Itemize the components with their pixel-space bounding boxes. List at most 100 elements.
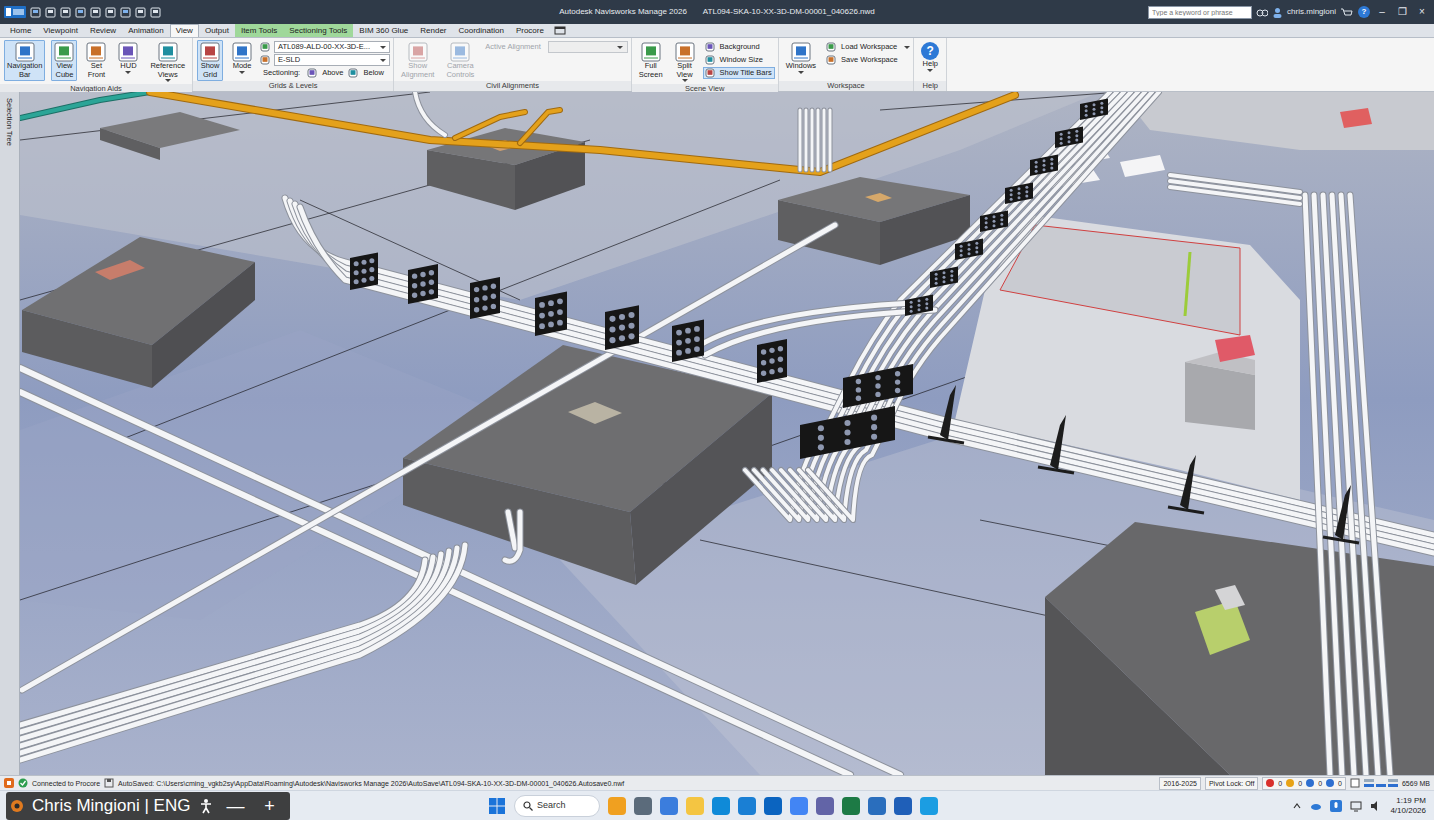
button-highlight[interactable]: HUD [115, 40, 141, 76]
taskbar-app[interactable] [712, 797, 730, 815]
dropdown-caret[interactable] [380, 59, 386, 62]
user-icon[interactable] [1272, 7, 1283, 18]
cart-icon[interactable] [1340, 7, 1354, 18]
quick-access-icon[interactable] [30, 7, 41, 18]
panel-toggle-icon[interactable] [554, 26, 566, 35]
window-control[interactable]: ❐ [1394, 7, 1410, 17]
recorder-icon[interactable] [10, 799, 24, 813]
control-highlight[interactable]: Load Workspace [824, 41, 900, 53]
button-highlight[interactable]: ?Help [918, 40, 942, 74]
dropdown-control[interactable]: E-SLD [260, 54, 390, 66]
speaker-icon[interactable] [1370, 800, 1382, 812]
button-highlight[interactable]: Show Grid [197, 40, 223, 81]
control-highlight[interactable]: Window Size [703, 54, 766, 66]
taskbar-app[interactable] [738, 797, 756, 815]
sectioning-control[interactable]: Sectioning:AboveBelow [260, 67, 390, 79]
ribbon-tab[interactable]: Coordination [453, 24, 510, 37]
taskbar-search[interactable]: Search [514, 795, 600, 817]
dropdown-box[interactable]: ATL089-ALD-00-XX-3D-E... [274, 41, 390, 53]
dropdown-control[interactable]: ATL089-ALD-00-XX-3D-E... [260, 41, 390, 53]
model-view[interactable] [20, 92, 1434, 775]
ribbon-button[interactable]: Split View [671, 40, 699, 84]
ribbon-tab[interactable]: Output [199, 24, 235, 37]
ribbon-button[interactable]: Show Grid [196, 40, 224, 81]
button-highlight[interactable]: Reference Views [147, 40, 188, 84]
small-control[interactable]: Load Workspace [824, 41, 910, 53]
ribbon-tab[interactable]: Render [414, 24, 452, 37]
user-name[interactable]: chris.mingioni [1287, 6, 1336, 18]
pivot-lock[interactable]: Pivot Lock: Off [1205, 777, 1258, 790]
ribbon-button[interactable]: Set Front [82, 40, 110, 81]
taskbar-app[interactable] [686, 797, 704, 815]
procore-icon[interactable] [4, 778, 14, 788]
taskbar-app[interactable] [868, 797, 886, 815]
dropdown-caret[interactable] [927, 69, 933, 72]
navisworks-logo-icon[interactable] [4, 5, 26, 19]
ribbon-button[interactable]: Mode [228, 40, 256, 76]
ribbon-tab[interactable]: Procore [510, 24, 550, 37]
control-highlight[interactable]: Save Workspace [824, 54, 901, 66]
overlay-button[interactable]: + [256, 792, 282, 820]
taskbar-app[interactable] [816, 797, 834, 815]
taskbar-app[interactable] [608, 797, 626, 815]
quick-access-icon[interactable] [135, 7, 146, 18]
windows-start-icon[interactable] [488, 797, 506, 815]
dropdown-caret[interactable] [617, 46, 623, 49]
taskbar-app[interactable] [790, 797, 808, 815]
dropdown-caret[interactable] [239, 71, 245, 74]
dropdown-caret[interactable] [125, 71, 131, 74]
ribbon-tab[interactable]: Review [84, 24, 122, 37]
dropdown-box[interactable]: E-SLD [274, 54, 390, 66]
dropdown-caret[interactable] [165, 79, 171, 82]
help-button[interactable]: ? [1358, 6, 1370, 18]
ribbon-button[interactable]: Windows [782, 40, 820, 76]
control-highlight[interactable]: Show Title Bars [703, 67, 775, 79]
taskbar-app[interactable] [920, 797, 938, 815]
accessibility-icon[interactable] [198, 798, 214, 814]
selection-tree-tab[interactable]: Selection Tree [0, 92, 20, 775]
small-control[interactable]: Background [703, 41, 775, 53]
search-field[interactable] [1148, 6, 1252, 19]
ribbon-tab[interactable]: Home [4, 24, 37, 37]
quick-access-icon[interactable] [105, 7, 116, 18]
ribbon-tab[interactable]: Animation [122, 24, 170, 37]
dropdown-caret[interactable] [798, 71, 804, 74]
taskbar-app[interactable] [660, 797, 678, 815]
ribbon-tab[interactable]: Item Tools [235, 24, 283, 37]
taskbar-app[interactable] [634, 797, 652, 815]
ribbon-button[interactable]: Full Screen [635, 40, 667, 81]
button-highlight[interactable]: Windows [783, 40, 819, 76]
ribbon-button[interactable]: HUD [114, 40, 142, 76]
dropdown-caret[interactable] [682, 79, 688, 82]
viewport[interactable]: Selection Tree [0, 92, 1434, 775]
quick-access-icon[interactable] [120, 7, 131, 18]
small-control[interactable]: Window Size [703, 54, 775, 66]
ribbon-button[interactable]: Navigation Bar [3, 40, 46, 81]
recorder-overlay[interactable]: Chris Mingioni | ENG—+ [6, 792, 290, 820]
quick-access-icon[interactable] [45, 7, 56, 18]
button-highlight[interactable]: Set Front [83, 40, 109, 81]
selection-tree-label[interactable]: Selection Tree [4, 98, 15, 146]
cloud-icon[interactable] [1310, 800, 1322, 812]
clock[interactable]: 1:19 PM4/10/2026 [1390, 796, 1426, 816]
ribbon-button[interactable]: View Cube [50, 40, 78, 81]
ribbon-tab[interactable]: Sectioning Tools [283, 24, 353, 37]
quick-access-icon[interactable] [75, 7, 86, 18]
network-icon[interactable] [1350, 800, 1362, 812]
quick-access-icon[interactable] [90, 7, 101, 18]
sheet-icon[interactable] [1350, 778, 1360, 788]
control-highlight[interactable]: Sectioning: [260, 67, 303, 79]
dropdown-caret[interactable] [380, 46, 386, 49]
button-highlight[interactable]: Split View [672, 40, 698, 84]
section-option[interactable]: Above [307, 68, 344, 78]
taskbar-app[interactable] [764, 797, 782, 815]
button-highlight[interactable]: Navigation Bar [4, 40, 45, 81]
quick-access-icon[interactable] [150, 7, 161, 18]
ribbon-button[interactable]: ?Help [917, 40, 943, 74]
taskbar-app[interactable] [842, 797, 860, 815]
button-highlight[interactable]: View Cube [51, 40, 77, 81]
ribbon-tab[interactable]: View [170, 24, 199, 37]
small-control[interactable]: Save Workspace [824, 54, 910, 66]
control-highlight[interactable]: Background [703, 41, 763, 53]
button-highlight[interactable]: Full Screen [636, 40, 666, 81]
